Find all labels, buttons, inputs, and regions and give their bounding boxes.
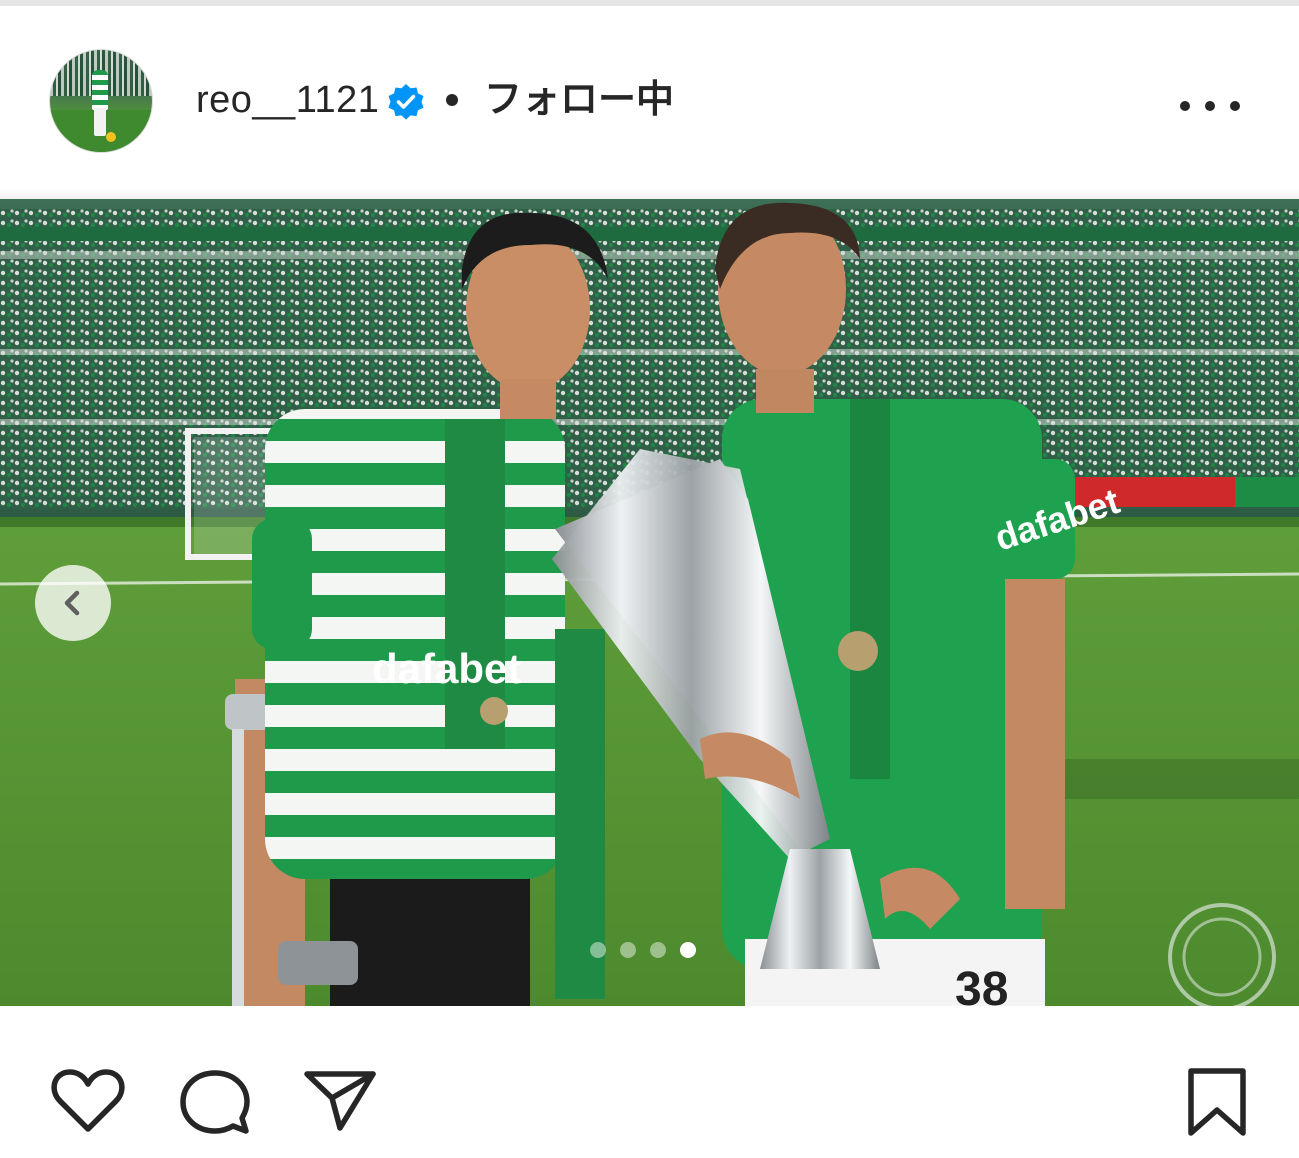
carousel-indicator <box>590 939 710 961</box>
carousel-dot <box>650 942 666 958</box>
carousel-dot-active <box>680 942 696 958</box>
avatar-ball <box>106 132 116 142</box>
carousel-prev-button[interactable] <box>35 565 111 641</box>
carousel-dot <box>590 942 606 958</box>
post-actions-bar <box>0 1006 1299 1158</box>
more-dot <box>1180 101 1190 111</box>
comment-bubble-icon[interactable] <box>178 1068 252 1138</box>
more-options-button[interactable] <box>1180 88 1240 124</box>
chevron-left-icon <box>64 590 80 616</box>
photo-illustration: dafabet 38 dafabet <box>0 199 1299 1006</box>
following-button[interactable]: フォロー中 <box>484 76 674 122</box>
bookmark-icon[interactable] <box>1186 1066 1248 1138</box>
paper-plane-icon[interactable] <box>302 1068 378 1134</box>
jersey-number: 38 <box>955 963 1008 1006</box>
heart-icon[interactable] <box>50 1068 126 1134</box>
verified-badge-icon <box>388 84 424 120</box>
separator-dot <box>446 94 458 106</box>
more-dot <box>1230 101 1240 111</box>
carousel-dot <box>620 942 636 958</box>
avatar-player <box>92 70 108 110</box>
profile-avatar[interactable] <box>50 50 152 152</box>
post-photo[interactable]: dafabet 38 dafabet <box>0 199 1299 1006</box>
sponsor-left: dafabet <box>372 645 521 692</box>
username-link[interactable]: reo__1121 <box>196 78 379 122</box>
post-header: reo__1121 フォロー中 <box>0 6 1299 198</box>
more-dot <box>1205 101 1215 111</box>
avatar-player-legs <box>94 108 106 136</box>
